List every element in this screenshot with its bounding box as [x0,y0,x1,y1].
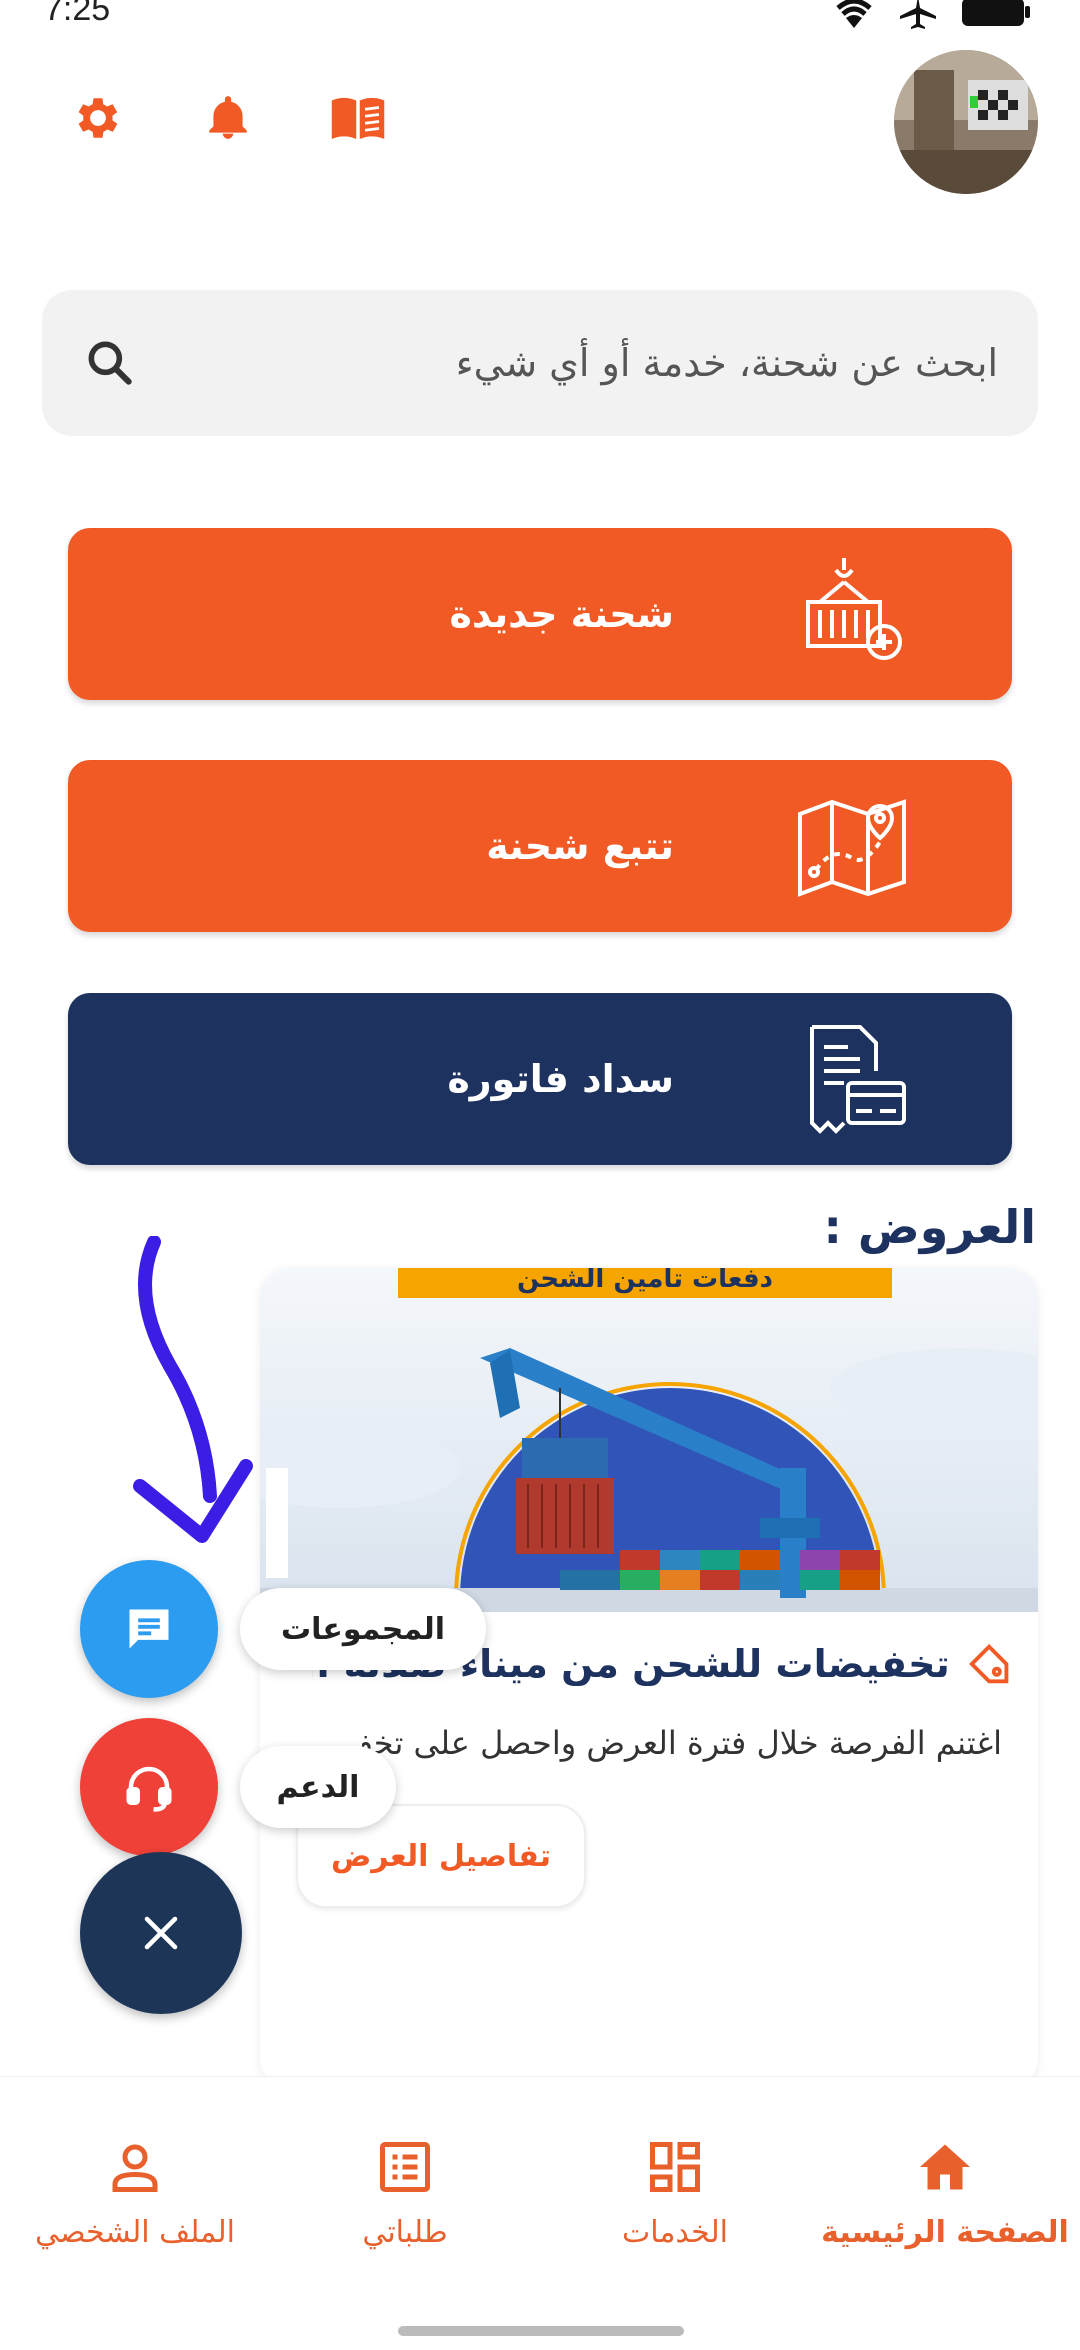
offer-card[interactable]: دفعات تأمين الشحن تخفيضات للشحن من ميناء… [260,1268,1038,2088]
search-input[interactable]: ابحث عن شحنة، خدمة أو أي شيء [138,341,998,385]
nav-profile[interactable]: الملف الشخصي [0,2137,270,2250]
battery-icon [962,0,1030,26]
status-bar: 7:25 [0,0,1080,40]
annotation-arrow [133,1236,253,1543]
pay-invoice-button[interactable]: سداد فاتورة [68,993,1012,1165]
groups-label[interactable]: المجموعات [240,1588,486,1670]
home-indicator[interactable] [398,2326,684,2336]
notifications-button[interactable] [200,88,256,148]
chat-icon [129,1609,169,1649]
bell-icon [209,96,247,139]
status-icons [832,0,1032,30]
wifi-icon [836,0,872,28]
search-bar[interactable]: ابحث عن شحنة، خدمة أو أي شيء [42,290,1038,436]
status-time: 7:25 [44,0,111,28]
header-toolbar [70,88,386,148]
person-icon [112,2144,158,2192]
tag-icon [968,1643,1009,1684]
nav-home-label: الصفحة الرئيسية [821,2215,1069,2250]
close-fab-button[interactable] [80,1852,242,2014]
close-icon [144,1916,178,1950]
avatar[interactable] [894,50,1038,194]
headset-icon [126,1766,172,1812]
support-fab[interactable] [80,1718,218,1856]
new-shipment-label: شحنة جديدة [449,592,674,636]
new-shipment-button[interactable]: شحنة جديدة [68,528,1012,700]
avatar-image [894,50,1038,194]
pay-invoice-label: سداد فاتورة [447,1057,674,1101]
search-icon [88,341,132,385]
settings-button[interactable] [70,88,126,148]
nav-home[interactable]: الصفحة الرئيسية [810,2137,1080,2250]
home-icon [920,2144,970,2190]
guide-button[interactable] [330,88,386,148]
gear-icon [78,98,118,138]
invoice-card-icon [810,1025,906,1134]
nav-orders[interactable]: طلباتي [270,2137,540,2250]
offer-image: دفعات تأمين الشحن [260,1268,1038,1612]
book-icon [331,97,385,139]
offer-banner: دفعات تأمين الشحن [398,1268,892,1298]
container-add-icon [806,558,902,660]
orders-list-icon [380,2142,430,2192]
groups-fab[interactable] [80,1560,218,1698]
grid-icon [650,2142,700,2192]
map-route-icon [798,799,906,897]
bottom-navigation: الملف الشخصي طلباتي الخدمات الصفحة الرئي… [0,2076,1080,2350]
nav-profile-label: الملف الشخصي [35,2215,235,2250]
track-shipment-label: تتبع شحنة [486,824,674,868]
nav-orders-label: طلباتي [362,2215,448,2250]
airplane-icon [900,0,936,29]
nav-services-label: الخدمات [621,2215,729,2250]
track-shipment-button[interactable]: تتبع شحنة [68,760,1012,932]
offers-heading: العروض : [823,1200,1036,1254]
port-crane-illustration [260,1268,1038,1612]
support-label[interactable]: الدعم [240,1746,396,1828]
offer-description: اغتنم الفرصة خلال فترة العرض واحصل على ت… [362,1724,1002,1762]
nav-services[interactable]: الخدمات [540,2137,810,2250]
